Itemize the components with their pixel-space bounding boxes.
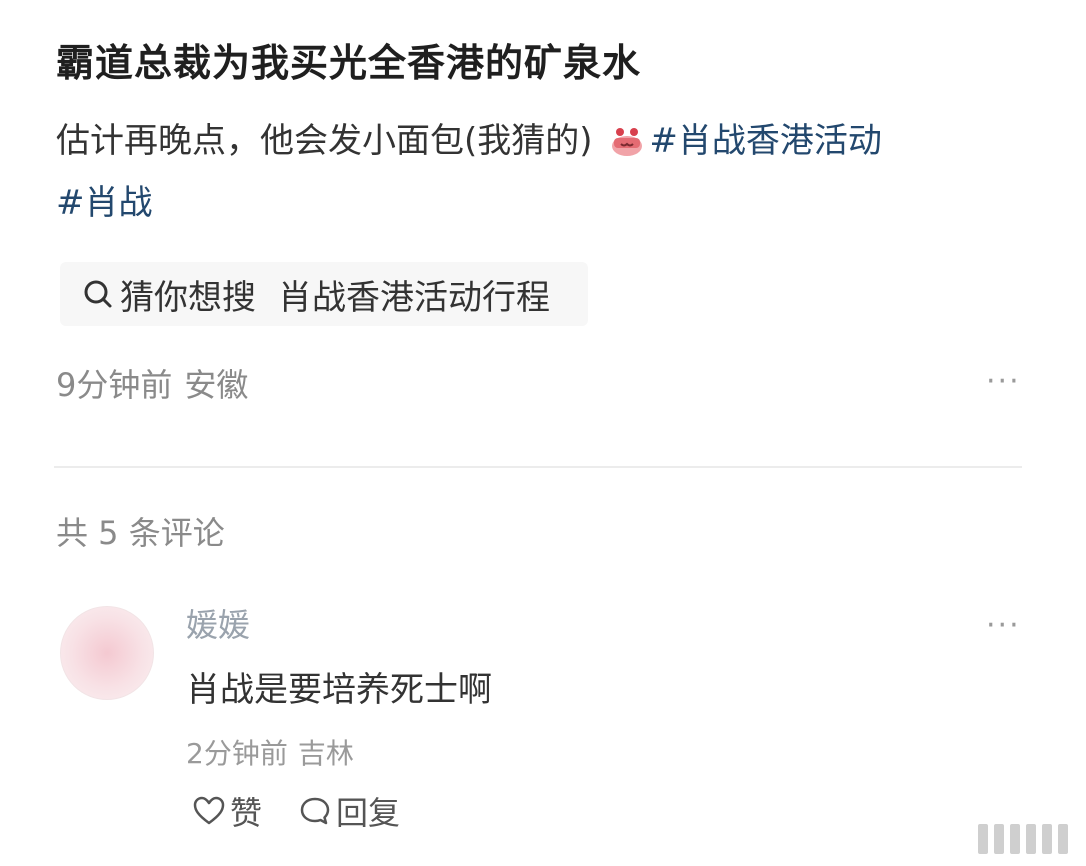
- post-title: 霸道总裁为我买光全香港的矿泉水: [56, 41, 642, 85]
- like-label: 赞: [230, 794, 263, 832]
- avatar[interactable]: [60, 606, 154, 700]
- topic-link-1[interactable]: #肖战香港活动: [649, 121, 882, 161]
- comment-time: 2分钟前: [186, 737, 288, 770]
- topic-link-2[interactable]: #肖战: [56, 183, 153, 223]
- heart-icon: [193, 796, 225, 825]
- post-location: 安徽: [184, 366, 249, 404]
- comment-more-icon[interactable]: ···: [986, 608, 1021, 643]
- guess-search-query[interactable]: 肖战香港活动行程: [278, 270, 550, 319]
- comments-count: 共 5 条评论: [56, 514, 225, 552]
- divider: [54, 466, 1022, 468]
- cake-emoji-icon: [612, 128, 643, 156]
- comment-text: 肖战是要培养死士啊: [186, 670, 492, 710]
- guess-search-label: 猜你想搜: [120, 277, 256, 318]
- search-icon: [84, 280, 112, 308]
- post-body-text: 估计再晚点，他会发小面包(我猜的): [56, 121, 604, 161]
- like-button[interactable]: 赞: [192, 788, 262, 834]
- reply-label: 回复: [336, 794, 401, 832]
- post-meta: 9分钟前 安徽: [56, 360, 248, 406]
- post-time: 9分钟前: [56, 366, 173, 404]
- comment-bubble-icon: [300, 797, 330, 825]
- watermark-bars: [978, 824, 1068, 854]
- comment-location: 吉林: [297, 737, 354, 770]
- post-body: 估计再晚点，他会发小面包(我猜的) #肖战香港活动 #肖战: [56, 110, 1036, 234]
- comment-username[interactable]: 媛媛: [186, 600, 250, 646]
- reply-button[interactable]: 回复: [298, 788, 400, 834]
- comment-meta: 2分钟前 吉林: [186, 732, 354, 772]
- post-more-icon[interactable]: ···: [986, 364, 1021, 399]
- guess-search-bar[interactable]: 猜你想搜 肖战香港活动行程: [60, 262, 588, 326]
